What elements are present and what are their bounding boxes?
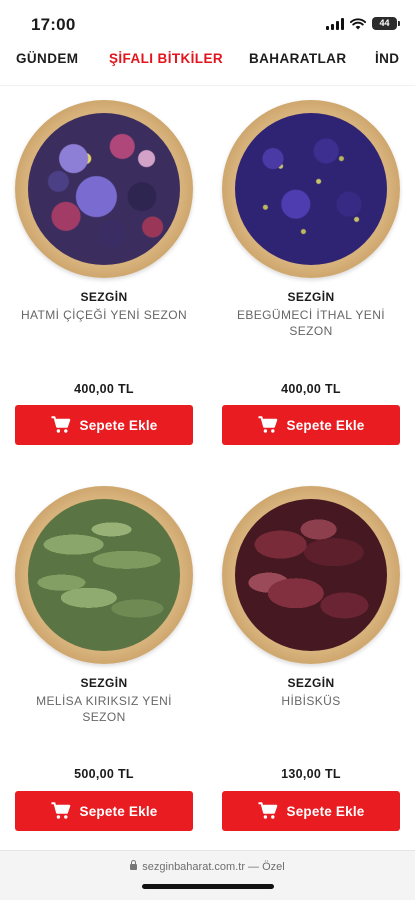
add-to-cart-button[interactable]: Sepete Ekle <box>15 791 193 831</box>
shopping-cart-icon <box>258 416 277 433</box>
hibiscus-plate-image[interactable] <box>222 486 400 664</box>
product-brand: SEZGİN <box>80 676 128 690</box>
add-to-cart-button[interactable]: Sepete Ekle <box>15 405 193 445</box>
status-bar: 17:00 44 <box>0 0 415 46</box>
product-brand: SEZGİN <box>287 290 335 304</box>
add-to-cart-button[interactable]: Sepete Ekle <box>222 791 400 831</box>
mallow-plate-image[interactable] <box>222 100 400 278</box>
add-to-cart-label: Sepete Ekle <box>286 417 365 433</box>
battery-icon: 44 <box>372 17 400 30</box>
browser-address-bar[interactable]: sezginbaharat.com.tr — Özel <box>0 850 415 900</box>
marshmallow-flower-plate-image[interactable] <box>15 100 193 278</box>
status-time: 17:00 <box>31 15 76 34</box>
url-text: sezginbaharat.com.tr — Özel <box>142 861 285 873</box>
add-to-cart-label: Sepete Ekle <box>79 417 158 433</box>
nav-item-gundem[interactable]: GÜNDEM <box>16 51 78 66</box>
status-icons: 44 <box>326 17 400 30</box>
lemon-balm-plate-image[interactable] <box>15 486 193 664</box>
product-brand: SEZGİN <box>287 676 335 690</box>
address-display: sezginbaharat.com.tr — Özel <box>0 860 415 873</box>
category-nav: GÜNDEM ŞİFALI BİTKİLER BAHARATLAR İND <box>0 46 415 86</box>
product-name[interactable]: HİBİSKÜS <box>226 693 396 709</box>
add-to-cart-button[interactable]: Sepete Ekle <box>222 405 400 445</box>
product-price: 400,00 TL <box>74 382 134 396</box>
add-to-cart-label: Sepete Ekle <box>79 803 158 819</box>
cellular-signal-icon <box>326 17 344 30</box>
shopping-cart-icon <box>51 416 70 433</box>
nav-item-ind[interactable]: İND <box>375 51 399 66</box>
product-price: 130,00 TL <box>281 767 341 781</box>
wifi-icon <box>350 17 366 29</box>
product-price: 400,00 TL <box>281 382 341 396</box>
lock-icon <box>130 860 138 870</box>
shopping-cart-icon <box>51 802 70 819</box>
product-price: 500,00 TL <box>74 767 134 781</box>
add-to-cart-label: Sepete Ekle <box>286 803 365 819</box>
shopping-cart-icon <box>258 802 277 819</box>
product-name[interactable]: MELİSA KIRIKSIZ YENİ SEZON <box>19 693 189 725</box>
product-name[interactable]: HATMİ ÇİÇEĞİ YENİ SEZON <box>19 307 189 323</box>
product-brand: SEZGİN <box>80 290 128 304</box>
home-indicator[interactable] <box>142 884 274 889</box>
nav-item-sifali-bitkiler[interactable]: ŞİFALI BİTKİLER <box>109 51 223 66</box>
nav-item-baharatlar[interactable]: BAHARATLAR <box>249 51 347 66</box>
product-name[interactable]: EBEGÜMECİ İTHAL YENİ SEZON <box>226 307 396 339</box>
